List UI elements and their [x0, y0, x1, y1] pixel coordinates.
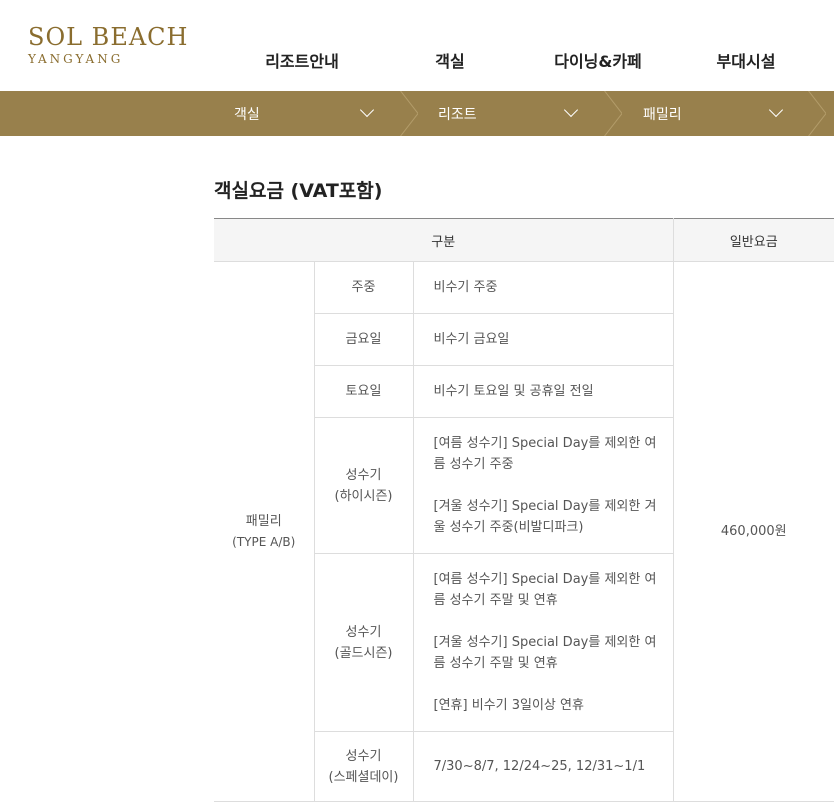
separator-arrow-icon [786, 91, 826, 136]
table-header-row: 구분 일반요금 [214, 218, 834, 262]
day-cell: 성수기 (골드시즌) [314, 553, 414, 732]
day-cell: 성수기 (스페셜데이) [314, 731, 414, 802]
room-type: (TYPE A/B) [232, 534, 296, 549]
day-cell: 성수기 (하이시즌) [314, 417, 414, 554]
main-nav: 리조트안내 객실 다이닝&카페 부대시설 [0, 48, 834, 72]
nav-facilities[interactable]: 부대시설 [717, 48, 776, 72]
day-sub-label: (골드시즌) [334, 645, 393, 661]
day-sub-label: (하이시즌) [334, 488, 393, 504]
desc-text: 비수기 주중 [433, 280, 498, 295]
desc-cell: 비수기 주중 [413, 261, 674, 314]
desc-cell: 비수기 토요일 및 공휴일 전일 [413, 365, 674, 418]
desc-text: [겨울 성수기] Special Day를 제외한 겨울 성수기 주중(비발디파… [433, 499, 657, 535]
day-label: 토요일 [345, 384, 382, 399]
header-category: 구분 [214, 218, 674, 262]
location-bar: 객실 리조트 패밀리 [0, 91, 834, 136]
section-title: 객실요금 (VAT포함) [214, 180, 383, 202]
nav-dining-cafe[interactable]: 다이닝&카페 [554, 48, 642, 72]
loc-label-resort: 리조트 [438, 107, 477, 123]
day-label: 주중 [351, 280, 376, 295]
loc-label-family: 패밀리 [643, 107, 682, 123]
desc-text: [겨울 성수기] Special Day를 제외한 여름 성수기 주말 및 연휴 [433, 635, 657, 671]
nav-rooms[interactable]: 객실 [435, 48, 464, 72]
nav-resort-info[interactable]: 리조트안내 [265, 48, 339, 72]
desc-text: 비수기 토요일 및 공휴일 전일 [433, 384, 594, 399]
loc-label-room: 객실 [234, 107, 260, 123]
day-cell: 토요일 [314, 365, 414, 418]
day-cell: 금요일 [314, 313, 414, 366]
loc-dropdown-room[interactable]: 객실 [196, 91, 396, 136]
desc-text: [여름 성수기] Special Day를 제외한 여름 성수기 주말 및 연휴 [433, 572, 657, 608]
chevron-down-icon [359, 102, 375, 118]
day-label: 성수기 [345, 467, 382, 483]
desc-text: 비수기 금요일 [433, 332, 510, 347]
day-label: 성수기 [345, 748, 382, 764]
desc-text: 7/30~8/7, 12/24~25, 12/31~1/1 [433, 759, 646, 774]
room-name-cell: 패밀리 (TYPE A/B) [214, 261, 315, 802]
logo-brand: SOL BEACH [28, 23, 189, 51]
loc-dropdown-family[interactable]: 패밀리 [605, 91, 805, 136]
day-sub-label: (스페셜데이) [328, 769, 399, 785]
desc-cell: [여름 성수기] Special Day를 제외한 여름 성수기 주말 및 연휴… [413, 553, 674, 732]
loc-dropdown-resort[interactable]: 리조트 [400, 91, 600, 136]
header-price: 일반요금 [673, 218, 834, 262]
price-cell: 460,000원 [673, 261, 834, 802]
table-row: 패밀리 (TYPE A/B) 주중 비수기 주중 460,000원 [214, 261, 834, 802]
chevron-down-icon [563, 102, 579, 118]
desc-cell: 비수기 금요일 [413, 313, 674, 366]
room-name: 패밀리 [245, 513, 282, 529]
day-label: 금요일 [345, 332, 382, 347]
chevron-down-icon [768, 102, 784, 118]
desc-text: [여름 성수기] Special Day를 제외한 여름 성수기 주중 [433, 436, 657, 472]
day-label: 성수기 [345, 624, 382, 640]
day-cell: 주중 [314, 261, 414, 314]
desc-cell: 7/30~8/7, 12/24~25, 12/31~1/1 [413, 731, 674, 802]
desc-text: [연휴] 비수기 3일이상 연휴 [433, 698, 584, 713]
desc-cell: [여름 성수기] Special Day를 제외한 여름 성수기 주중 [겨울 … [413, 417, 674, 554]
rate-table: 구분 일반요금 패밀리 (TYPE A/B) 주중 비수기 주중 460,000… [214, 218, 834, 802]
